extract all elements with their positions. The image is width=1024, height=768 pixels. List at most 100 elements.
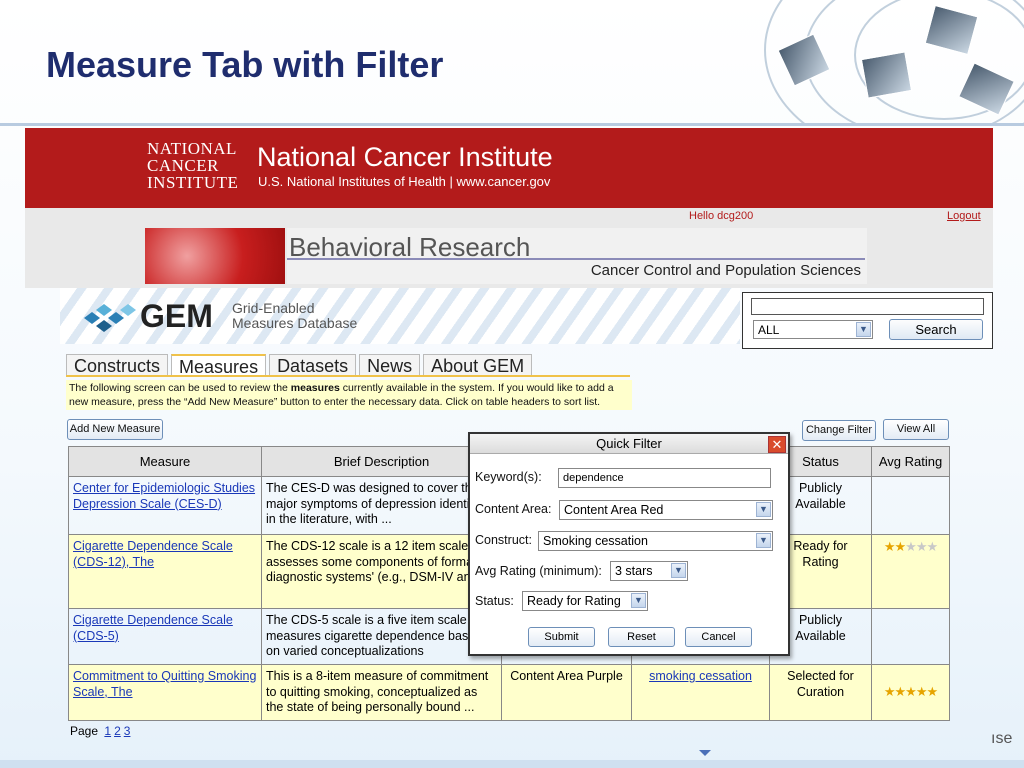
page-link[interactable]: 2: [114, 724, 121, 738]
status-label: Status:: [475, 594, 514, 608]
rating-cell: ★★★★★: [871, 664, 950, 721]
chevron-down-icon: ▼: [631, 593, 646, 608]
description-cell: The CDS-5 scale is a five item scale tha…: [261, 608, 502, 665]
measure-link[interactable]: Cigarette Dependence Scale (CDS-12), The: [73, 539, 233, 569]
change-filter-button[interactable]: Change Filter: [802, 420, 876, 441]
gem-tagline: Grid-Enabled Measures Database: [232, 301, 357, 331]
info-text: The following screen can be used to revi…: [66, 380, 632, 410]
star-filled-icon: ★: [894, 684, 907, 700]
construct-label: Construct:: [475, 533, 532, 547]
submit-button[interactable]: Submit: [528, 627, 595, 647]
star-filled-icon: ★: [883, 684, 896, 700]
construct-link[interactable]: smoking cessation: [649, 669, 752, 683]
column-header-measure[interactable]: Measure: [68, 446, 262, 477]
logout-link[interactable]: Logout: [947, 210, 981, 222]
table-row: Commitment to Quitting Smoking Scale, Th…: [68, 664, 950, 721]
search-scope-select[interactable]: ALL ▼: [753, 320, 873, 339]
page-link[interactable]: 3: [124, 724, 131, 738]
nci-logo-line: INSTITUTE: [147, 173, 239, 192]
content-area-cell: Content Area Purple: [501, 664, 632, 721]
rating-cell: [871, 608, 950, 665]
dialog-title: Quick Filter: [470, 434, 788, 454]
chevron-down-icon: ▼: [671, 563, 686, 578]
tab-measures[interactable]: Measures: [171, 354, 267, 377]
measure-link[interactable]: Commitment to Quitting Smoking Scale, Th…: [73, 669, 256, 699]
globe-graphic: [734, 0, 1024, 125]
banner-image: [145, 228, 285, 284]
search-input[interactable]: [751, 298, 984, 315]
rating-value: 3 stars: [615, 564, 653, 578]
rating-label: Avg Rating (minimum):: [475, 564, 602, 578]
star-filled-icon: ★: [894, 539, 907, 554]
column-header-description[interactable]: Brief Description: [261, 446, 502, 477]
info-text-bold: measures: [290, 382, 340, 394]
star-filled-icon: ★: [883, 539, 896, 554]
keyword-input[interactable]: dependence: [558, 468, 771, 488]
star-empty-icon: ★: [905, 539, 917, 554]
star-filled-icon: ★: [905, 684, 917, 700]
rating-stars: ★★★★★: [883, 539, 938, 554]
content-area-select[interactable]: Content Area Red ▼: [559, 500, 773, 520]
rating-stars: ★★★★★: [883, 684, 938, 700]
chevron-down-icon: ▼: [856, 322, 871, 337]
measure-cell: Commitment to Quitting Smoking Scale, Th…: [68, 664, 262, 721]
description-cell: The CDS-12 scale is a 12 item scale that…: [261, 534, 502, 609]
rating-cell: ★★★★★: [871, 534, 950, 609]
measure-cell: Cigarette Dependence Scale (CDS-12), The: [68, 534, 262, 609]
view-all-button[interactable]: View All: [883, 419, 949, 440]
pagination-label: Page: [70, 724, 99, 738]
measure-cell: Cigarette Dependence Scale (CDS-5): [68, 608, 262, 665]
description-cell: The CES-D was designed to cover the majo…: [261, 476, 502, 535]
tab-datasets[interactable]: Datasets: [269, 354, 357, 376]
rating-cell: [871, 476, 950, 535]
add-measure-button[interactable]: Add New Measure: [67, 419, 163, 440]
search-scope-value: ALL: [758, 323, 780, 337]
rating-select[interactable]: 3 stars ▼: [610, 561, 688, 581]
construct-cell: smoking cessation: [631, 664, 770, 721]
banner-subtitle: Cancer Control and Population Sciences: [590, 262, 861, 279]
content-area-label: Content Area:: [475, 502, 552, 516]
status-value: Ready for Rating: [527, 594, 621, 608]
banner-panel: Behavioral Research Cancer Control and P…: [287, 228, 867, 284]
measure-link[interactable]: Center for Epidemiologic Studies Depress…: [73, 481, 255, 511]
corner-text: ıse: [991, 730, 1013, 747]
measure-cell: Center for Epidemiologic Studies Depress…: [68, 476, 262, 535]
reset-button[interactable]: Reset: [608, 627, 675, 647]
pagination: Page 123: [70, 724, 130, 738]
tab-about-gem[interactable]: About GEM: [423, 354, 533, 376]
status-cell: Selected for Curation: [769, 664, 872, 721]
greeting: Hello dcg200: [689, 210, 754, 222]
tab-news[interactable]: News: [359, 354, 421, 376]
search-button[interactable]: Search: [889, 319, 983, 340]
slide-divider: [0, 123, 1024, 126]
arrow-down-icon: [699, 750, 711, 756]
chevron-down-icon: ▼: [756, 533, 771, 548]
description-cell: This is a 8-item measure of commitment t…: [261, 664, 502, 721]
gem-tagline-line: Measures Database: [232, 315, 358, 331]
nci-logo-line: NATIONAL: [147, 139, 237, 158]
keyword-label: Keyword(s):: [475, 470, 542, 484]
nci-header: NATIONAL CANCER INSTITUTE National Cance…: [25, 128, 993, 208]
main-tabs: Constructs Measures Datasets News About …: [66, 354, 535, 377]
tab-constructs[interactable]: Constructs: [66, 354, 169, 376]
star-empty-icon: ★: [926, 539, 938, 554]
slide-title: Measure Tab with Filter: [46, 44, 444, 85]
banner-divider: [287, 258, 865, 260]
page-link[interactable]: 1: [104, 724, 111, 738]
chevron-down-icon: ▼: [756, 502, 771, 517]
column-header-rating[interactable]: Avg Rating: [871, 446, 950, 477]
star-filled-icon: ★: [926, 684, 938, 700]
status-select[interactable]: Ready for Rating ▼: [522, 591, 648, 611]
close-icon[interactable]: ✕: [768, 436, 786, 453]
construct-select[interactable]: Smoking cessation ▼: [538, 531, 773, 551]
star-empty-icon: ★: [915, 539, 928, 554]
measure-link[interactable]: Cigarette Dependence Scale (CDS-5): [73, 613, 233, 643]
cancel-button[interactable]: Cancel: [685, 627, 752, 647]
nci-logo-line: CANCER: [147, 156, 219, 175]
gem-logo-icon: [84, 304, 136, 332]
nci-title: National Cancer Institute: [257, 142, 553, 172]
user-bar: Hello dcg200 Logout: [25, 208, 993, 226]
search-panel: ALL ▼ Search: [742, 292, 993, 349]
bottom-strip: [0, 760, 1024, 768]
nci-logo[interactable]: NATIONAL CANCER INSTITUTE: [147, 139, 239, 196]
